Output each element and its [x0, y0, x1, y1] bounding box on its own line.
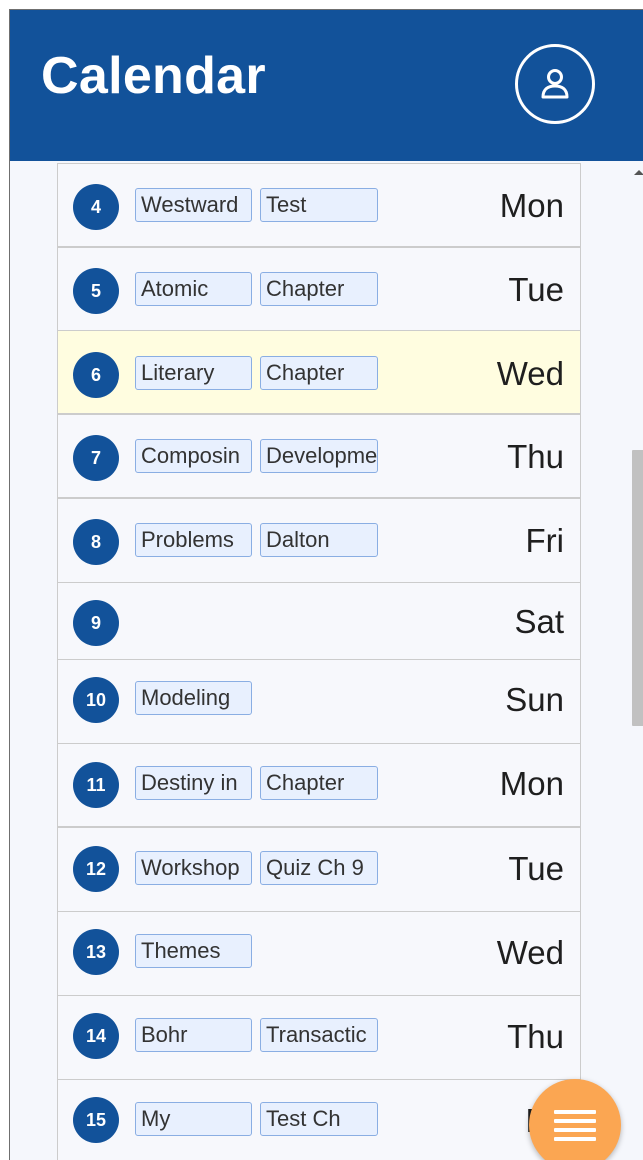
event-chip[interactable]: Literary [135, 356, 252, 390]
event-chip[interactable]: Destiny in [135, 766, 252, 800]
weekday-label: Sun [505, 681, 564, 718]
event-chip[interactable]: Test Ch [260, 1102, 378, 1136]
event-chip[interactable]: Transactic [260, 1018, 378, 1052]
calendar-day-row[interactable]: 8 Problems Dalton Fri [57, 498, 581, 583]
weekday-label: Tue [508, 271, 564, 308]
day-number-badge: 14 [73, 1013, 119, 1059]
day-number-badge: 6 [73, 352, 119, 398]
day-number-badge: 13 [73, 929, 119, 975]
day-number-badge: 7 [73, 435, 119, 481]
scrollbar-thumb[interactable] [632, 450, 643, 726]
weekday-label: Wed [496, 355, 564, 392]
event-chip[interactable]: Atomic [135, 272, 252, 306]
event-chip[interactable]: Themes [135, 934, 252, 968]
event-chip[interactable]: Workshop [135, 851, 252, 885]
calendar-day-row[interactable]: 15MyTest ChFri [57, 1079, 581, 1160]
calendar-day-row[interactable]: 14 Bohr Transactic Thu [57, 995, 581, 1080]
event-chip[interactable]: Chapter [260, 272, 378, 306]
event-chip[interactable]: Developme [260, 439, 378, 473]
calendar-day-row[interactable]: 12 Workshop Quiz Ch 9 Tue [57, 827, 581, 912]
weekday-label: Thu [507, 1018, 564, 1055]
event-chip[interactable]: Test [260, 188, 378, 222]
weekday-label: Fri [525, 522, 564, 559]
menu-icon [554, 1110, 596, 1141]
calendar-day-row[interactable]: 4 Westward Test Mon [57, 163, 581, 247]
weekday-label: Mon [499, 187, 564, 224]
weekday-label: Wed [496, 934, 564, 971]
day-number-badge: 15 [73, 1097, 119, 1143]
page-title: Calendar [41, 47, 266, 105]
day-number-badge: 11 [73, 762, 119, 808]
profile-button[interactable] [515, 44, 595, 124]
calendar-day-row[interactable]: 10 Modeling Sun [57, 659, 581, 744]
menu-fab-button[interactable] [529, 1079, 621, 1160]
weekday-label: Thu [507, 438, 564, 475]
event-chip[interactable]: Composin [135, 439, 252, 473]
weekday-label: Mon [499, 765, 564, 802]
calendar-day-row[interactable]: 5 Atomic Chapter Tue [57, 247, 581, 331]
event-chip[interactable]: Quiz Ch 9 [260, 851, 378, 885]
calendar-day-row[interactable]: 11 Destiny in Chapter Mon [57, 743, 581, 827]
app-header: Calendar [10, 10, 643, 161]
calendar-day-row[interactable]: 9 Sat [57, 582, 581, 660]
event-chip[interactable]: Dalton [260, 523, 378, 557]
calendar-day-row[interactable]: 6 Literary Chapter Wed [57, 330, 581, 414]
event-chip[interactable]: Chapter [260, 766, 378, 800]
day-number-badge: 9 [73, 600, 119, 646]
calendar-day-row[interactable]: 7 Composin Developme Thu [57, 414, 581, 498]
day-number-badge: 12 [73, 846, 119, 892]
day-number-badge: 10 [73, 677, 119, 723]
event-chip[interactable]: Chapter [260, 356, 378, 390]
day-number-badge: 5 [73, 268, 119, 314]
day-number-badge: 8 [73, 519, 119, 565]
event-chip[interactable]: Modeling [135, 681, 252, 715]
scroll-up-arrow-icon[interactable] [634, 170, 643, 175]
person-icon [541, 69, 569, 99]
event-chip[interactable]: Bohr [135, 1018, 252, 1052]
day-number-badge: 4 [73, 184, 119, 230]
event-chip[interactable]: My [135, 1102, 252, 1136]
calendar-list-area[interactable]: 4 Westward Test Mon 5 Atomic Chapter Tue 6 Litera… [10, 161, 643, 1160]
event-chip[interactable]: Westward [135, 188, 252, 222]
weekday-label: Tue [508, 850, 564, 887]
event-chip[interactable]: Problems [135, 523, 252, 557]
calendar-day-row[interactable]: 13 Themes Wed [57, 911, 581, 996]
weekday-label: Sat [514, 603, 564, 640]
calendar-app: Calendar 4 Westward Test Mon 5 Atomic Chapter T… [9, 9, 643, 1160]
